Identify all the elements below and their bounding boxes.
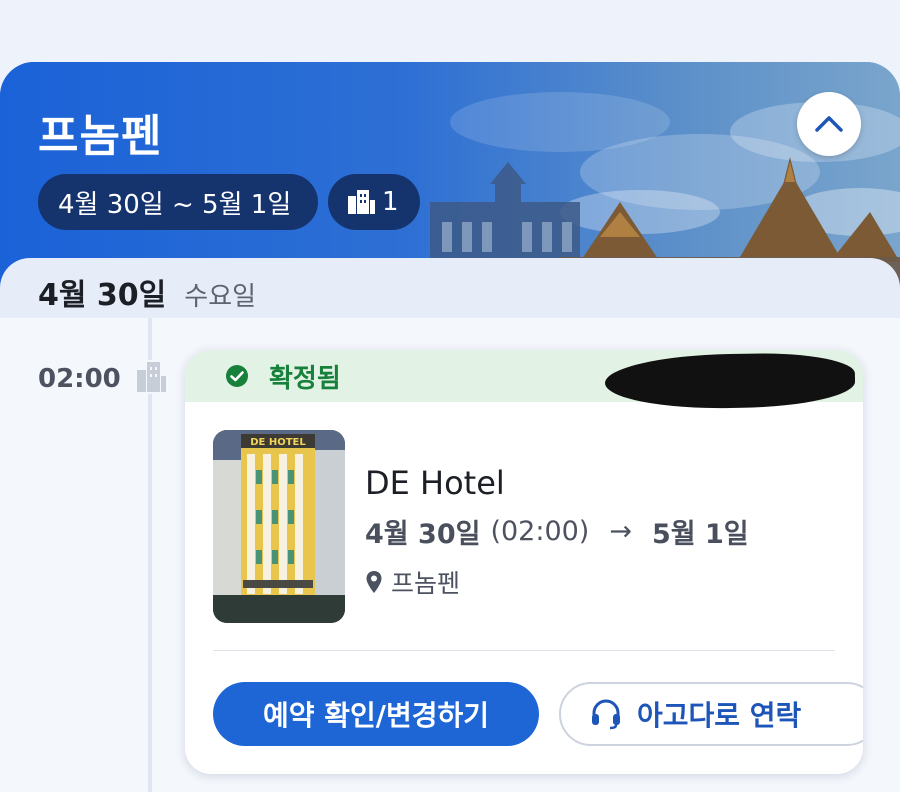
city-title: 프놈펜 xyxy=(38,111,163,162)
hotel-sign-text: DE HOTEL xyxy=(250,437,306,448)
checkin-date: 4월 30일 xyxy=(365,519,481,550)
hotel-building-icon xyxy=(137,362,166,392)
location-text: 프놈펜 xyxy=(391,569,461,598)
card-divider xyxy=(213,650,835,651)
date-range-pill: 4월 30일 ~ 5월 1일 xyxy=(38,174,318,230)
manage-booking-button[interactable]: 예약 확인/변경하기 xyxy=(213,682,539,746)
collapse-button[interactable] xyxy=(797,92,861,156)
contact-agoda-button[interactable]: 아고다로 연락 xyxy=(559,682,863,746)
booking-card[interactable]: 확정됨 DE HOTEL DE Hotel 4월 30일 (02:00) → 5… xyxy=(185,350,863,774)
room-count-text: 1 xyxy=(382,187,399,217)
chevron-up-icon xyxy=(815,116,843,132)
booking-time: 02:00 xyxy=(38,364,121,394)
hotel-photo: DE HOTEL xyxy=(213,430,345,623)
hotel-location: 프놈펜 xyxy=(365,564,460,600)
checkin-time: (02:00) xyxy=(490,516,590,547)
checkout-date: 5월 1일 xyxy=(651,519,749,550)
manage-booking-label: 예약 확인/변경하기 xyxy=(262,699,490,732)
location-pin-icon xyxy=(366,571,382,593)
timeline-marker xyxy=(135,360,167,394)
contact-agoda-label: 아고다로 연락 xyxy=(637,699,802,732)
hotel-building-icon xyxy=(348,190,375,214)
room-count-pill: 1 xyxy=(328,174,420,230)
day-date: 4월 30일 xyxy=(38,278,167,313)
date-range-text: 4월 30일 ~ 5월 1일 xyxy=(58,189,292,220)
stay-dates: 4월 30일 (02:00) → 5월 1일 xyxy=(365,512,749,551)
status-text: 확정됨 xyxy=(269,363,341,394)
day-weekday: 수요일 xyxy=(184,282,257,312)
hotel-name[interactable]: DE Hotel xyxy=(365,464,505,502)
hotel-thumbnail[interactable]: DE HOTEL xyxy=(213,430,345,623)
day-header: 4월 30일 수요일 xyxy=(38,270,256,314)
check-circle-icon xyxy=(226,365,248,387)
headset-icon xyxy=(592,699,620,730)
arrow-right-icon: → xyxy=(609,516,632,547)
